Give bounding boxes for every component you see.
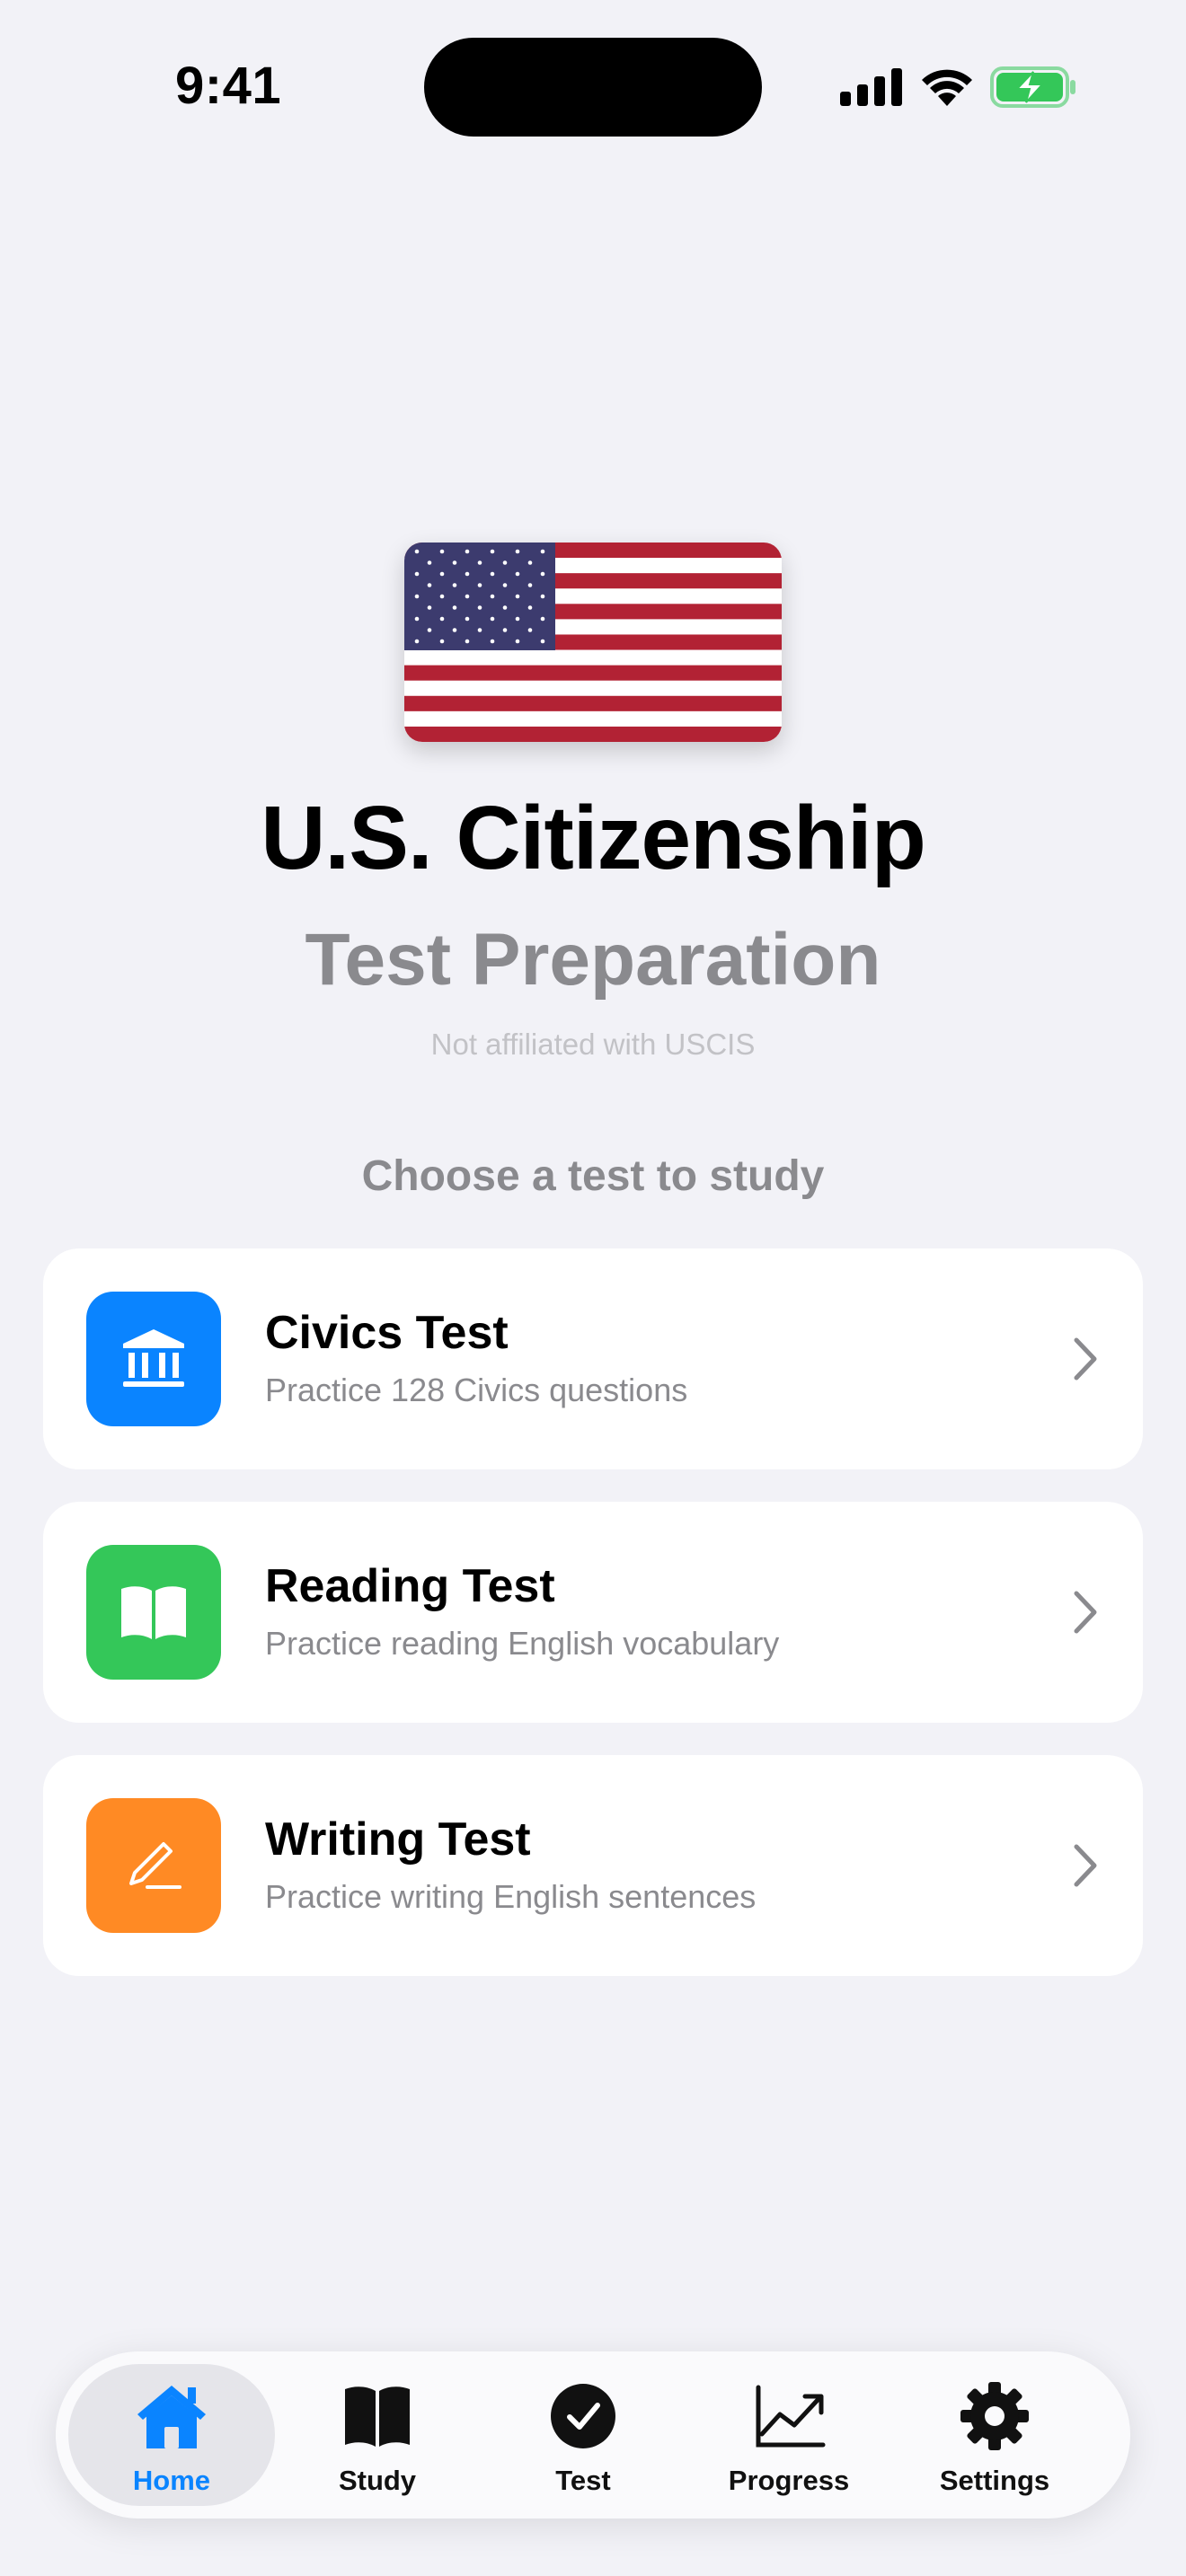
checkmark-circle-icon — [551, 2384, 615, 2448]
civics-test-card[interactable]: Civics Test Practice 128 Civics question… — [43, 1248, 1143, 1469]
chevron-right-icon — [1074, 1591, 1097, 1634]
reading-icon-tile — [86, 1545, 221, 1680]
book-icon — [345, 2386, 410, 2447]
card-title: Writing Test — [265, 1813, 531, 1866]
chevron-right-icon — [1074, 1844, 1097, 1887]
tab-label: Settings — [939, 2465, 1050, 2496]
writing-icon-tile — [86, 1798, 221, 1933]
tab-home[interactable]: Home — [68, 2364, 275, 2506]
gear-icon — [960, 2382, 1029, 2450]
book-icon — [121, 1586, 186, 1639]
card-subtitle: Practice writing English sentences — [265, 1878, 757, 1915]
card-subtitle: Practice reading English vocabulary — [265, 1625, 780, 1662]
tab-bar: Home Study Test Progress Settings — [56, 2351, 1130, 2519]
pencil-line-icon — [129, 1842, 181, 1889]
building-columns-icon — [123, 1329, 184, 1387]
tab-label: Home — [132, 2465, 211, 2496]
civics-icon-tile — [86, 1292, 221, 1426]
status-icons — [0, 63, 1186, 108]
tab-progress[interactable]: Progress — [686, 2364, 892, 2506]
tab-study[interactable]: Study — [274, 2364, 481, 2506]
us-flag-graphic — [404, 543, 782, 742]
reading-test-card[interactable]: Reading Test Practice reading English vo… — [43, 1502, 1143, 1723]
card-subtitle: Practice 128 Civics questions — [265, 1372, 688, 1408]
chart-line-icon — [756, 2385, 826, 2448]
us-flag-image — [404, 543, 782, 742]
section-prompt: Choose a test to study — [361, 1152, 825, 1200]
tab-test[interactable]: Test — [480, 2364, 686, 2506]
house-icon — [137, 2386, 206, 2448]
cellular-signal-icon — [840, 68, 902, 106]
tab-label: Progress — [728, 2465, 850, 2496]
tab-label: Study — [338, 2465, 417, 2496]
disclaimer-text: Not affiliated with USCIS — [430, 1028, 756, 1061]
card-title: Civics Test — [265, 1307, 509, 1359]
card-title: Reading Test — [265, 1560, 555, 1612]
wifi-icon — [922, 69, 972, 106]
page-title: U.S. Citizenship — [261, 788, 926, 888]
tab-settings[interactable]: Settings — [891, 2364, 1098, 2506]
tab-label: Test — [555, 2465, 611, 2496]
page-subtitle: Test Preparation — [305, 919, 881, 1001]
writing-test-card[interactable]: Writing Test Practice writing English se… — [43, 1755, 1143, 1976]
chevron-right-icon — [1074, 1337, 1097, 1381]
battery-charging-icon — [990, 66, 1075, 108]
